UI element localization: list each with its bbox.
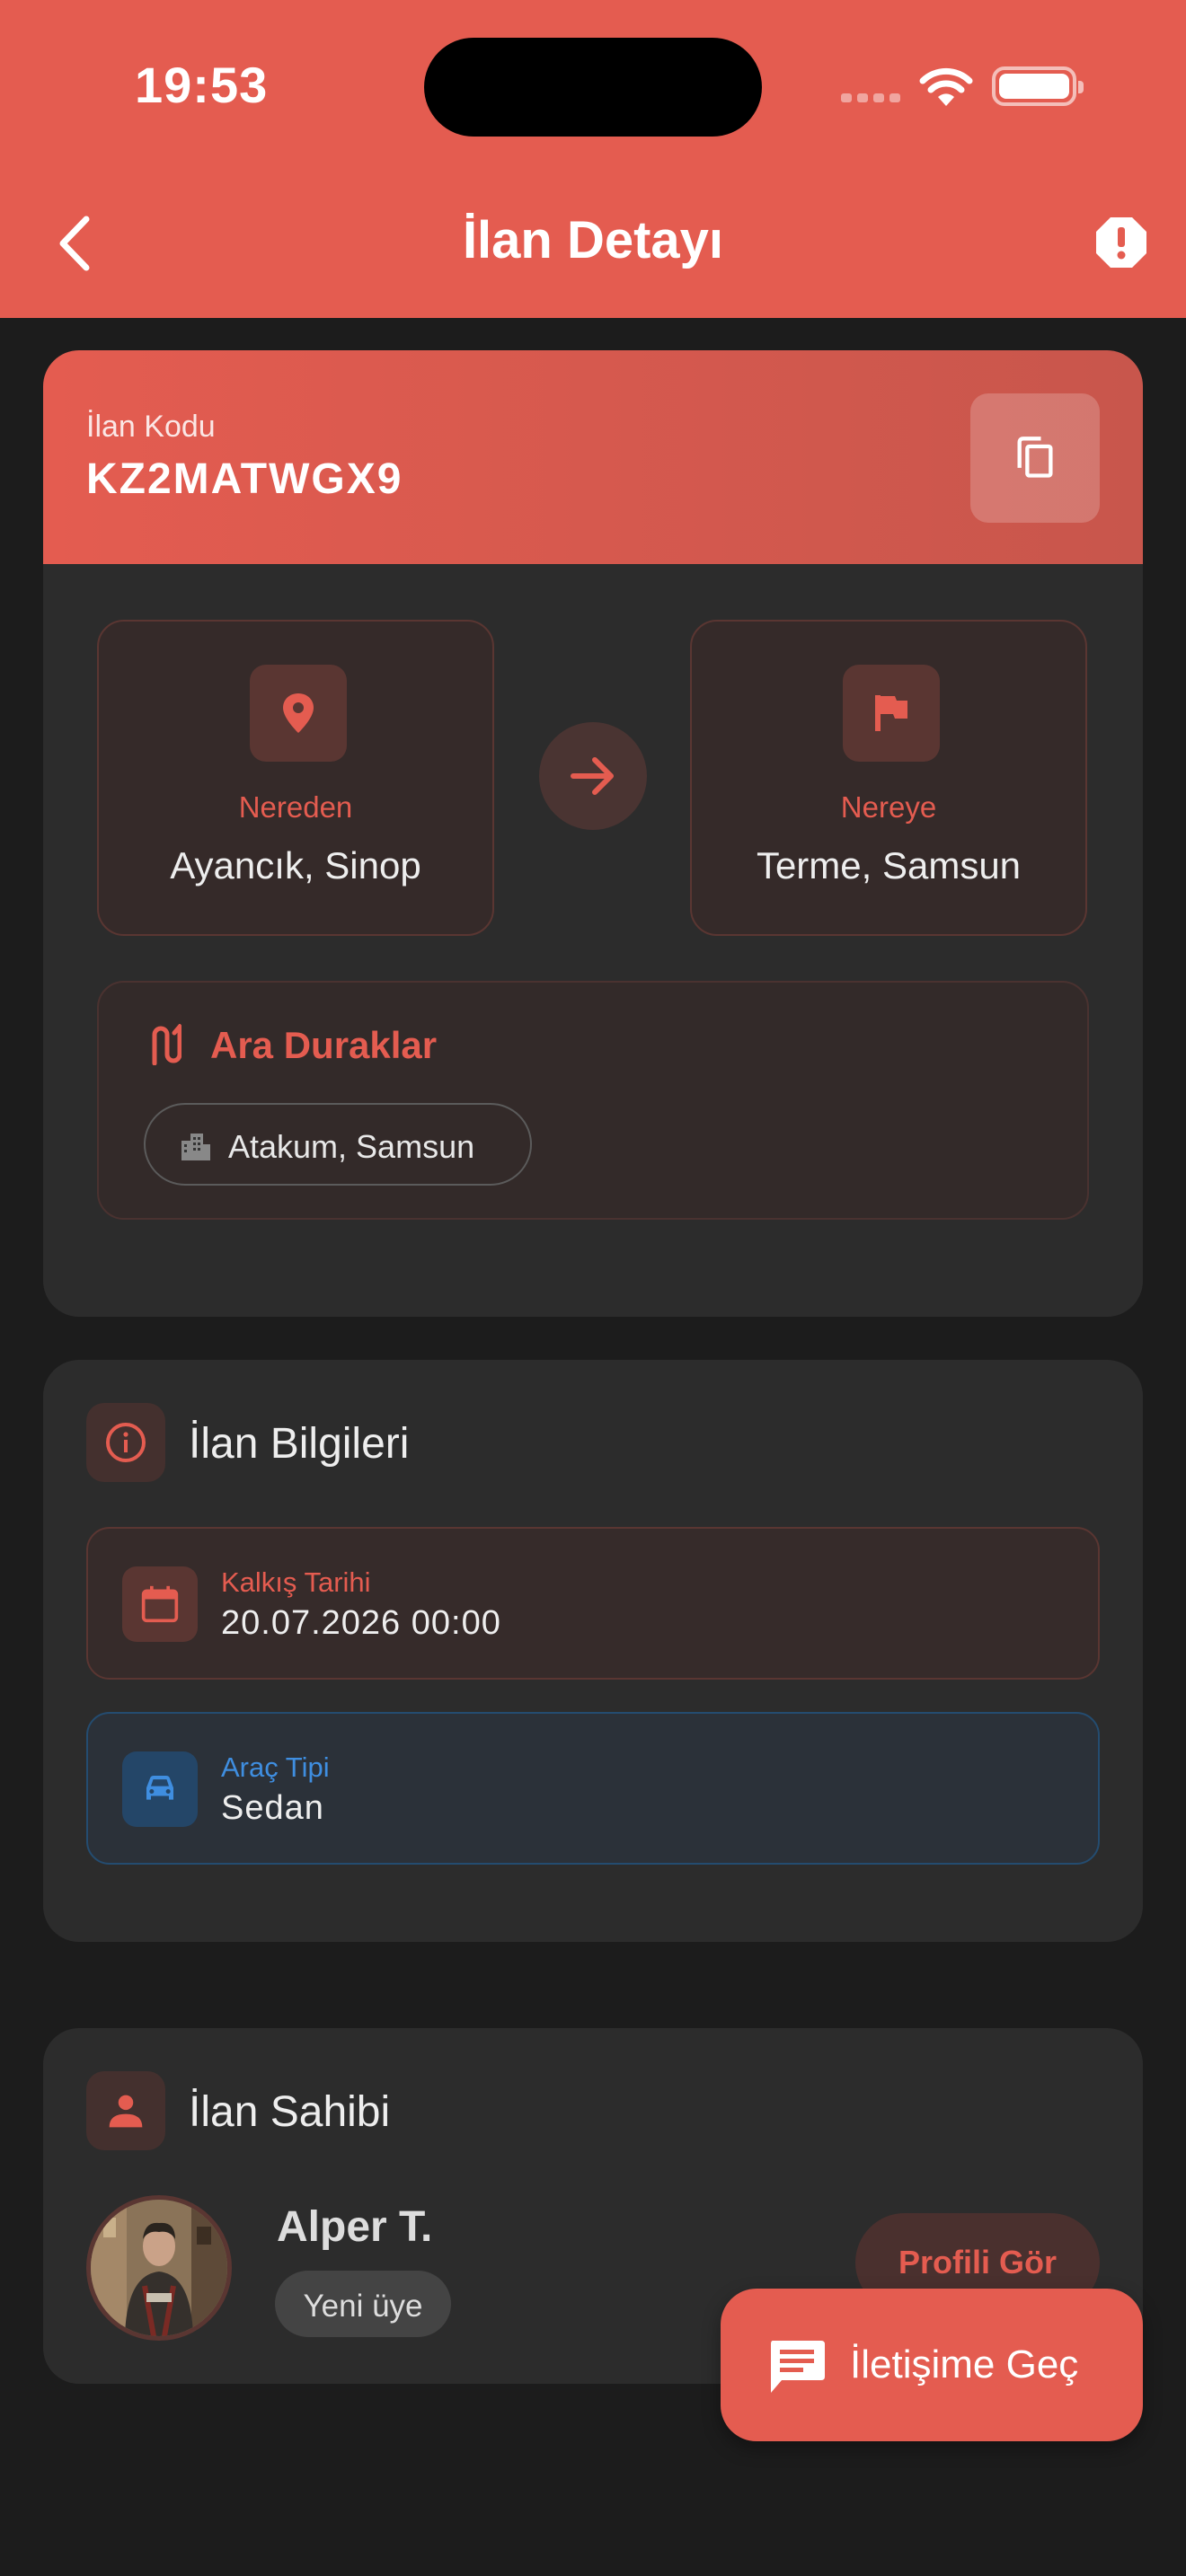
- origin-value: Ayancık, Sinop: [170, 844, 421, 887]
- owner-name: Alper T.: [277, 2203, 433, 2251]
- contact-button[interactable]: İletişime Geç: [721, 2289, 1143, 2441]
- route-arrow: [539, 722, 647, 830]
- departure-label: Kalkış Tarihi: [221, 1566, 371, 1598]
- info-icon-box: [86, 1403, 165, 1482]
- intermediate-stops: Ara Duraklar Atakum, Samsun: [97, 981, 1089, 1220]
- battery-icon: [992, 66, 1084, 106]
- flag-icon: [875, 695, 907, 731]
- vehicle-label: Araç Tipi: [221, 1751, 330, 1783]
- report-icon[interactable]: [1094, 216, 1148, 269]
- departure-value: 20.07.2026 00:00: [221, 1604, 501, 1642]
- view-profile-label: Profili Gör: [898, 2244, 1057, 2280]
- avatar[interactable]: [86, 2195, 232, 2341]
- arrow-right-icon: [571, 757, 614, 795]
- calendar-icon-box: [122, 1566, 198, 1642]
- route-icon: [152, 1024, 181, 1065]
- info-icon: [106, 1423, 146, 1462]
- city-icon: [181, 1134, 210, 1160]
- app-header: 19:53 İlan Detayı: [0, 0, 1186, 318]
- destination-value: Terme, Samsun: [756, 844, 1022, 887]
- page-title: İlan Detayı: [462, 211, 724, 269]
- destination-icon-box: [843, 665, 940, 762]
- departure-row: Kalkış Tarihi 20.07.2026 00:00: [86, 1527, 1100, 1680]
- dynamic-island: [424, 38, 762, 137]
- listing-code-label: İlan Kodu: [86, 410, 216, 444]
- person-icon-box: [86, 2071, 165, 2150]
- listing-code-value: KZ2MATWGX9: [86, 455, 403, 503]
- member-badge-text: Yeni üye: [303, 2289, 423, 2324]
- calendar-icon: [141, 1585, 179, 1623]
- cellular-signal-icon: [841, 93, 902, 102]
- origin-box: Nereden Ayancık, Sinop: [97, 620, 494, 936]
- origin-label: Nereden: [238, 790, 353, 824]
- destination-box: Nereye Terme, Samsun: [690, 620, 1087, 936]
- avatar-photo: [91, 2200, 227, 2336]
- car-icon: [146, 1776, 173, 1800]
- status-time: 19:53: [135, 57, 269, 113]
- stop-chip: Atakum, Samsun: [144, 1103, 532, 1186]
- destination-label: Nereye: [840, 790, 937, 824]
- route-card: İlan Kodu KZ2MATWGX9 Nereden Ayancık, Si…: [43, 350, 1143, 1317]
- location-pin-icon: [283, 693, 314, 733]
- contact-button-label: İletişime Geç: [850, 2342, 1079, 2386]
- origin-icon-box: [250, 665, 347, 762]
- stop-name: Atakum, Samsun: [228, 1128, 475, 1165]
- vehicle-row: Araç Tipi Sedan: [86, 1712, 1100, 1865]
- wifi-icon: [919, 67, 973, 106]
- car-icon-box: [122, 1751, 198, 1827]
- person-icon: [109, 2095, 143, 2128]
- listing-info-title: İlan Bilgileri: [189, 1420, 410, 1468]
- vehicle-value: Sedan: [221, 1789, 324, 1827]
- owner-title: İlan Sahibi: [189, 2088, 391, 2136]
- copy-code-button[interactable]: [970, 393, 1100, 523]
- listing-code-bar: İlan Kodu KZ2MATWGX9: [43, 350, 1143, 564]
- copy-icon: [1017, 437, 1053, 478]
- listing-info-card: İlan Bilgileri Kalkış Tarihi 20.07.2026 …: [43, 1360, 1143, 1942]
- stops-title: Ara Duraklar: [210, 1024, 438, 1066]
- member-badge: Yeni üye: [275, 2271, 451, 2337]
- chat-icon: [771, 2341, 825, 2393]
